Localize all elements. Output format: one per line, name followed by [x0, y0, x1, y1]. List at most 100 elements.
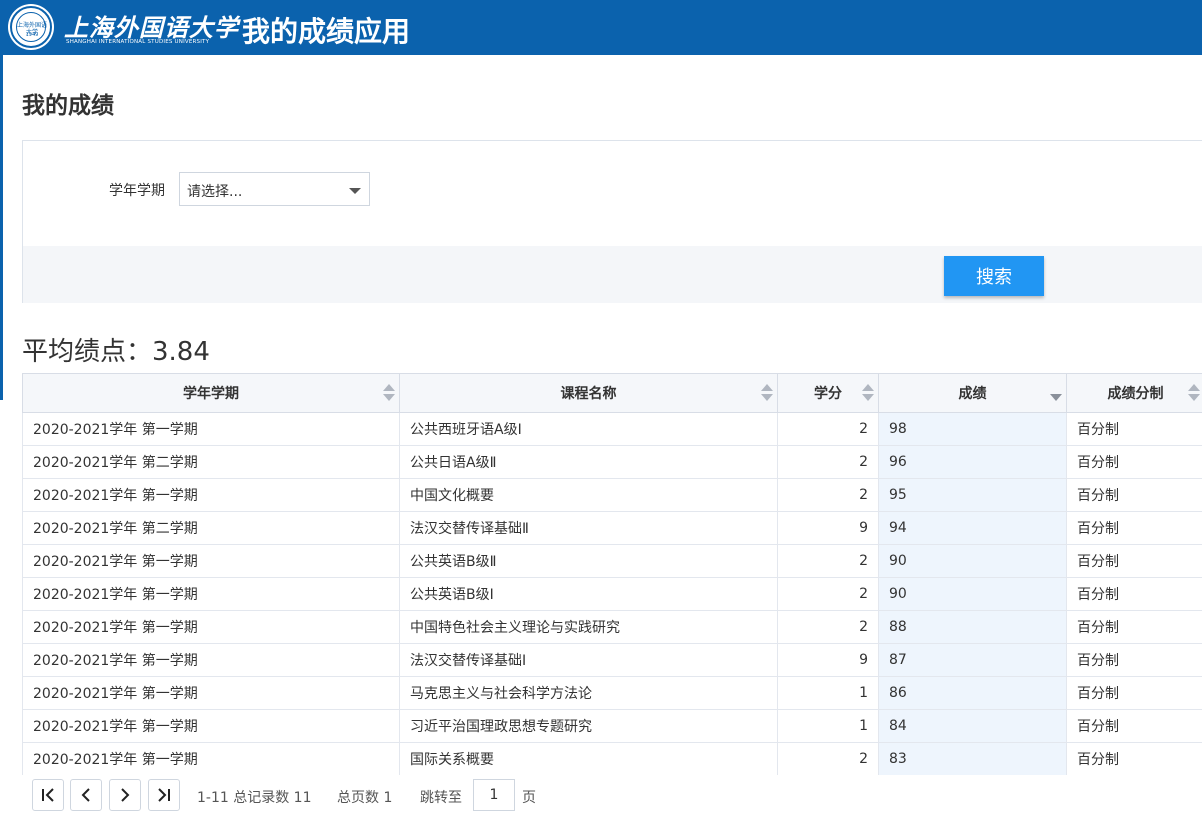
cell-credit: 1	[777, 676, 879, 710]
cell-credit: 2	[777, 445, 879, 479]
gpa-summary: 平均绩点：3.84	[22, 337, 210, 367]
cell-term: 2020-2021学年 第一学期	[22, 544, 400, 578]
chevron-down-icon	[349, 188, 361, 194]
cell-term: 2020-2021学年 第一学期	[22, 412, 400, 446]
table-row[interactable]: 2020-2021学年 第一学期 法汉交替传译基础Ⅰ 9 87 百分制	[22, 643, 1202, 677]
university-seal-logo: 上海外国语大学 1949	[10, 6, 52, 48]
table-row[interactable]: 2020-2021学年 第一学期 习近平治国理政思想专题研究 1 84 百分制	[22, 709, 1202, 743]
cell-grading-system: 百分制	[1066, 412, 1202, 446]
cell-grading-system: 百分制	[1066, 709, 1202, 743]
cell-credit: 9	[777, 643, 879, 677]
cell-course: 公共英语B级Ⅱ	[399, 544, 778, 578]
next-page-icon	[121, 788, 130, 802]
cell-term: 2020-2021学年 第一学期	[22, 709, 400, 743]
last-page-button[interactable]	[148, 779, 180, 811]
filter-panel: 学年学期 请选择... 搜索	[22, 140, 1202, 303]
cell-term: 2020-2021学年 第二学期	[22, 445, 400, 479]
record-range: 1-11 总记录数 11	[197, 790, 312, 806]
cell-grading-system: 百分制	[1066, 511, 1202, 545]
cell-grading-system: 百分制	[1066, 742, 1202, 776]
cell-course: 中国文化概要	[399, 478, 778, 512]
sort-icon	[1188, 384, 1200, 402]
pagination-bar: 1-11 总记录数 11 总页数 1 跳转至 页	[22, 775, 1202, 819]
jump-page-input[interactable]	[473, 779, 515, 811]
cell-grading-system: 百分制	[1066, 577, 1202, 611]
table-row[interactable]: 2020-2021学年 第一学期 公共英语B级Ⅰ 2 90 百分制	[22, 577, 1202, 611]
cell-course: 中国特色社会主义理论与实践研究	[399, 610, 778, 644]
app-title: 我的成绩应用	[242, 15, 411, 48]
left-accent-stripe	[0, 55, 3, 400]
first-page-icon	[42, 788, 54, 802]
sort-icon	[761, 384, 773, 402]
cell-course: 国际关系概要	[399, 742, 778, 776]
search-button[interactable]: 搜索	[944, 256, 1044, 296]
cell-credit: 2	[777, 610, 879, 644]
table-row[interactable]: 2020-2021学年 第二学期 公共日语A级Ⅱ 2 96 百分制	[22, 445, 1202, 479]
cell-grading-system: 百分制	[1066, 610, 1202, 644]
page-unit-label: 页	[522, 790, 536, 806]
sort-icon	[383, 384, 395, 402]
term-filter-label: 学年学期	[109, 183, 165, 199]
app-header: 上海外国语大学 1949 上海外国语大学 SHANGHAI INTERNATIO…	[0, 0, 1202, 55]
grades-table: 学年学期 课程名称 学分 成绩 成绩分制 2020-2021学年 第一学期 公共西…	[22, 373, 1202, 776]
column-header-credit[interactable]: 学分	[777, 373, 879, 413]
cell-course: 公共西班牙语A级Ⅰ	[399, 412, 778, 446]
table-row[interactable]: 2020-2021学年 第一学期 中国特色社会主义理论与实践研究 2 88 百分制	[22, 610, 1202, 644]
table-header-row: 学年学期 课程名称 学分 成绩 成绩分制	[22, 373, 1202, 413]
cell-course: 法汉交替传译基础Ⅰ	[399, 643, 778, 677]
first-page-button[interactable]	[32, 779, 64, 811]
term-select-value: 请选择...	[187, 184, 243, 200]
cell-term: 2020-2021学年 第一学期	[22, 742, 400, 776]
jump-label: 跳转至	[420, 790, 462, 806]
cell-score: 87	[878, 643, 1067, 677]
table-row[interactable]: 2020-2021学年 第一学期 公共英语B级Ⅱ 2 90 百分制	[22, 544, 1202, 578]
cell-course: 马克思主义与社会科学方法论	[399, 676, 778, 710]
cell-score: 90	[878, 544, 1067, 578]
cell-credit: 1	[777, 709, 879, 743]
cell-grading-system: 百分制	[1066, 478, 1202, 512]
table-row[interactable]: 2020-2021学年 第二学期 法汉交替传译基础Ⅱ 9 94 百分制	[22, 511, 1202, 545]
cell-grading-system: 百分制	[1066, 445, 1202, 479]
column-header-score[interactable]: 成绩	[878, 373, 1067, 413]
university-name-cn: 上海外国语大学	[64, 13, 239, 42]
cell-score: 94	[878, 511, 1067, 545]
prev-page-icon	[81, 788, 90, 802]
cell-term: 2020-2021学年 第一学期	[22, 610, 400, 644]
last-page-icon	[158, 788, 170, 802]
cell-course: 公共日语A级Ⅱ	[399, 445, 778, 479]
cell-credit: 9	[777, 511, 879, 545]
column-header-course[interactable]: 课程名称	[399, 373, 778, 413]
page-title: 我的成绩	[22, 93, 114, 119]
cell-course: 公共英语B级Ⅰ	[399, 577, 778, 611]
cell-term: 2020-2021学年 第一学期	[22, 676, 400, 710]
cell-score: 84	[878, 709, 1067, 743]
cell-score: 95	[878, 478, 1067, 512]
cell-grading-system: 百分制	[1066, 643, 1202, 677]
cell-score: 96	[878, 445, 1067, 479]
cell-term: 2020-2021学年 第一学期	[22, 643, 400, 677]
total-pages: 总页数 1	[337, 790, 393, 806]
cell-score: 98	[878, 412, 1067, 446]
university-name-en: SHANGHAI INTERNATIONAL STUDIES UNIVERSIT…	[66, 39, 210, 45]
cell-term: 2020-2021学年 第一学期	[22, 577, 400, 611]
cell-score: 83	[878, 742, 1067, 776]
column-header-grading-system[interactable]: 成绩分制	[1066, 373, 1202, 413]
column-header-term[interactable]: 学年学期	[22, 373, 400, 413]
table-row[interactable]: 2020-2021学年 第一学期 公共西班牙语A级Ⅰ 2 98 百分制	[22, 412, 1202, 446]
table-row[interactable]: 2020-2021学年 第一学期 中国文化概要 2 95 百分制	[22, 478, 1202, 512]
prev-page-button[interactable]	[70, 779, 102, 811]
cell-credit: 2	[777, 577, 879, 611]
table-row[interactable]: 2020-2021学年 第一学期 国际关系概要 2 83 百分制	[22, 742, 1202, 776]
cell-score: 86	[878, 676, 1067, 710]
cell-score: 90	[878, 577, 1067, 611]
cell-credit: 2	[777, 478, 879, 512]
cell-grading-system: 百分制	[1066, 676, 1202, 710]
sort-descending-icon	[1050, 384, 1062, 402]
term-select[interactable]: 请选择...	[179, 172, 370, 206]
table-row[interactable]: 2020-2021学年 第一学期 马克思主义与社会科学方法论 1 86 百分制	[22, 676, 1202, 710]
cell-course: 法汉交替传译基础Ⅱ	[399, 511, 778, 545]
cell-credit: 2	[777, 742, 879, 776]
sort-icon	[862, 384, 874, 402]
next-page-button[interactable]	[109, 779, 141, 811]
cell-term: 2020-2021学年 第一学期	[22, 478, 400, 512]
